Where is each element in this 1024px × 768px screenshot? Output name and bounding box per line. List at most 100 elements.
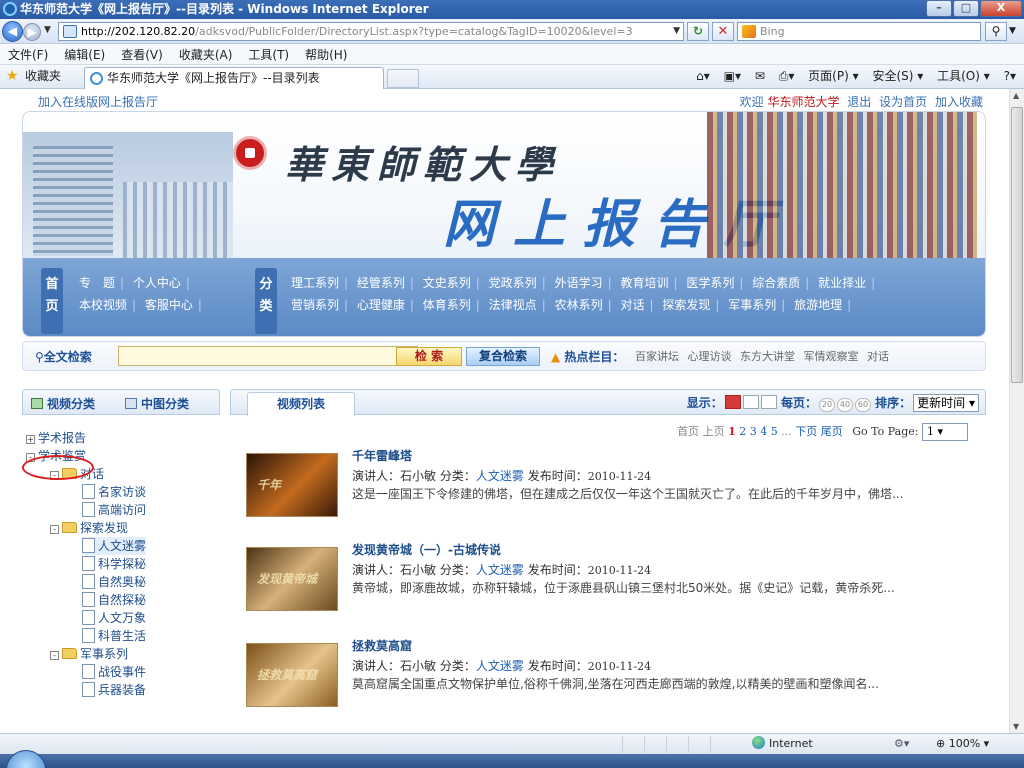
menu-file[interactable]: 文件(F) xyxy=(0,45,56,65)
nav-cat[interactable]: 对话 xyxy=(620,296,644,313)
close-button[interactable]: X xyxy=(980,0,1022,17)
scroll-up-icon[interactable]: ▲ xyxy=(1013,91,1019,100)
hot-item[interactable]: 心理访谈 xyxy=(688,350,732,363)
favorites-star-icon[interactable]: ★ xyxy=(6,68,19,84)
page-link[interactable]: 2 xyxy=(739,425,746,438)
vertical-scrollbar[interactable]: ▲ ▼ xyxy=(1009,89,1024,733)
bing-search-input[interactable]: Bing xyxy=(737,22,981,41)
cmd-tools[interactable]: 工具(O) ▾ xyxy=(937,65,990,88)
home-icon[interactable]: ⌂▾ xyxy=(696,65,710,88)
nav-topic[interactable]: 专 题 xyxy=(79,274,115,291)
nav-cat[interactable]: 探索发现 xyxy=(662,296,710,313)
category-link[interactable]: 人文迷雾 xyxy=(476,659,524,673)
tree-node[interactable]: 自然奥秘 xyxy=(82,573,146,591)
page-link[interactable]: 4 xyxy=(760,425,767,438)
search-dropdown-icon[interactable]: ▼ xyxy=(1009,26,1016,36)
nav-cat[interactable]: 教育培训 xyxy=(620,274,668,291)
search-icon[interactable]: ⚲ xyxy=(985,22,1007,41)
last-page-link[interactable]: 尾页 xyxy=(821,425,843,438)
protected-mode-icon[interactable]: ⚙▾ xyxy=(894,734,909,754)
menu-favorites[interactable]: 收藏夹(A) xyxy=(171,45,241,65)
new-tab-button[interactable] xyxy=(387,69,419,88)
tree-node-selected[interactable]: 人文迷雾 xyxy=(82,537,147,555)
tree-node[interactable]: 兵器装备 xyxy=(82,681,146,699)
add-favorite-link[interactable]: 加入收藏 xyxy=(935,95,983,109)
prev-page-link[interactable]: 上页 xyxy=(703,425,725,438)
nav-cat[interactable]: 旅游地理 xyxy=(794,296,842,313)
tree-node[interactable]: 名家访谈 xyxy=(82,483,146,501)
nav-cat[interactable]: 就业择业 xyxy=(818,274,866,291)
nav-cat[interactable]: 法律视点 xyxy=(489,296,537,313)
tab-video-list[interactable]: 视频列表 xyxy=(247,392,355,416)
tree-node[interactable]: 高端访问 xyxy=(82,501,146,519)
menu-help[interactable]: 帮助(H) xyxy=(297,45,355,65)
menu-tools[interactable]: 工具(T) xyxy=(240,45,297,65)
nav-cat[interactable]: 经管系列 xyxy=(357,274,405,291)
sort-select[interactable]: 更新时间 ▾ xyxy=(913,394,979,412)
nav-cat[interactable]: 党政系列 xyxy=(489,274,537,291)
nav-local-video[interactable]: 本校视频 xyxy=(79,296,127,313)
tree-node[interactable]: 自然探秘 xyxy=(82,591,146,609)
nav-category-tag[interactable]: 分类 xyxy=(255,268,277,334)
per-page-option[interactable]: 60 xyxy=(854,398,871,412)
view-thumbnail-icon[interactable] xyxy=(724,395,741,409)
tree-node[interactable]: 战役事件 xyxy=(82,663,146,681)
nav-cat[interactable]: 理工系列 xyxy=(291,274,339,291)
nav-cat[interactable]: 农林系列 xyxy=(555,296,603,313)
expand-icon[interactable]: + xyxy=(26,435,35,444)
tree-node[interactable]: 人文万象 xyxy=(82,609,146,627)
address-dropdown-icon[interactable]: ▼ xyxy=(673,23,680,40)
nav-cat[interactable]: 心理健康 xyxy=(357,296,405,313)
cmd-safety[interactable]: 安全(S) ▾ xyxy=(872,65,923,88)
forward-button[interactable]: ▶ xyxy=(23,23,41,41)
per-page-option[interactable]: 20 xyxy=(818,398,835,412)
page-link-current[interactable]: 1 xyxy=(728,425,736,438)
search-button[interactable]: 检 索 xyxy=(396,347,462,366)
nav-cat[interactable]: 军事系列 xyxy=(728,296,776,313)
refresh-button[interactable]: ↻ xyxy=(687,22,709,41)
nav-personal-center[interactable]: 个人中心 xyxy=(133,274,181,291)
nav-cat[interactable]: 文史系列 xyxy=(423,274,471,291)
fulltext-search-input[interactable] xyxy=(118,346,418,366)
tree-node[interactable]: - 军事系列 xyxy=(50,645,128,663)
tree-node[interactable]: + 学术报告 xyxy=(26,429,86,447)
zoom-level[interactable]: ⊕ 100% ▾ xyxy=(936,734,989,754)
nav-home-tag[interactable]: 首页 xyxy=(41,268,63,334)
hot-item[interactable]: 东方大讲堂 xyxy=(740,350,795,363)
first-page-link[interactable]: 首页 xyxy=(677,425,699,438)
collapse-icon[interactable]: - xyxy=(50,525,59,534)
history-dropdown-icon[interactable]: ▼ xyxy=(44,25,51,35)
tree-node[interactable]: - 探索发现 xyxy=(50,519,128,537)
next-page-link[interactable]: 下页 xyxy=(795,425,817,438)
video-title[interactable]: 千年雷峰塔 xyxy=(352,447,412,464)
set-homepage-link[interactable]: 设为首页 xyxy=(879,95,927,109)
print-icon[interactable]: ⎙▾ xyxy=(779,65,795,88)
nav-cat[interactable]: 外语学习 xyxy=(555,274,603,291)
goto-page-select[interactable]: 1 ▾ xyxy=(922,423,968,441)
hot-item[interactable]: 军情观察室 xyxy=(804,350,859,363)
nav-cat[interactable]: 体育系列 xyxy=(423,296,471,313)
scroll-thumb[interactable] xyxy=(1011,107,1023,383)
feeds-icon[interactable]: ▣▾ xyxy=(724,65,741,88)
advanced-search-button[interactable]: 复合检索 xyxy=(466,347,540,366)
minimize-button[interactable]: – xyxy=(926,0,952,17)
join-online-link[interactable]: 加入在线版网上报告厅 xyxy=(38,93,158,110)
menu-view[interactable]: 查看(V) xyxy=(113,45,171,65)
category-link[interactable]: 人文迷雾 xyxy=(476,563,524,577)
tree-node[interactable]: 科普生活 xyxy=(82,627,146,645)
video-title[interactable]: 拯救莫高窟 xyxy=(352,637,412,654)
video-thumbnail[interactable]: 千年 xyxy=(246,453,338,517)
security-zone[interactable]: Internet xyxy=(752,734,813,754)
category-link[interactable]: 人文迷雾 xyxy=(476,469,524,483)
hot-item[interactable]: 百家讲坛 xyxy=(635,350,679,363)
page-link[interactable]: 5 xyxy=(771,425,778,438)
browser-tab[interactable]: 华东师范大学《网上报告厅》--目录列表 xyxy=(84,67,384,89)
video-title[interactable]: 发现黄帝城（一）-古城传说 xyxy=(352,541,501,558)
cmd-page[interactable]: 页面(P) ▾ xyxy=(808,65,858,88)
nav-cat[interactable]: 综合素质 xyxy=(752,274,800,291)
stop-button[interactable]: ✕ xyxy=(712,22,734,41)
view-grid-icon[interactable] xyxy=(760,395,777,409)
tree-node[interactable]: 科学探秘 xyxy=(82,555,146,573)
logout-link[interactable]: 退出 xyxy=(847,95,871,109)
maximize-button[interactable]: □ xyxy=(953,0,979,17)
